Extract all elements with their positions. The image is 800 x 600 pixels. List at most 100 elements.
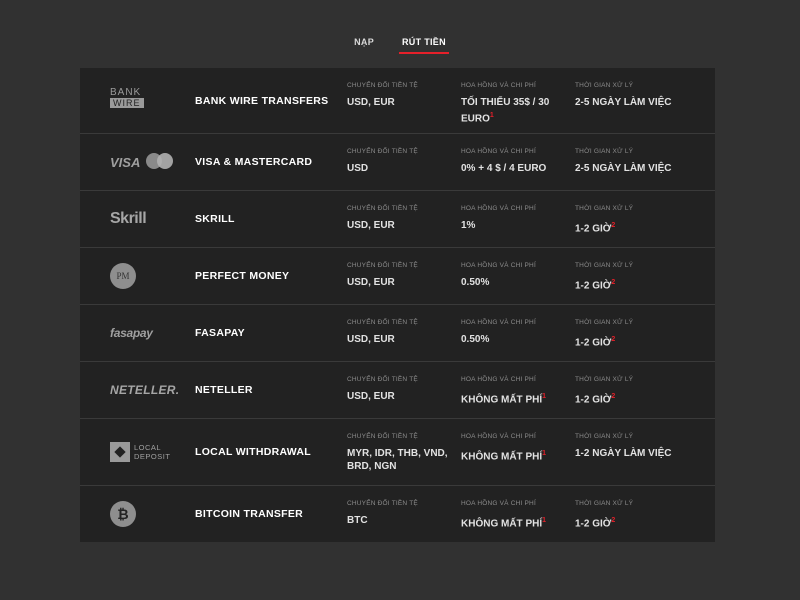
fees-value: 0.50% [461,277,490,288]
fees-label: HOA HỒNG VÀ CHI PHÍ [461,376,536,383]
local-logo-line1: LOCAL [134,443,162,452]
fees-value: KHÔNG MẤT PHÍ [461,518,543,530]
footnote-marker[interactable]: 2 [611,222,615,229]
bank-wire-logo-line1: BANK [110,86,142,98]
currency-value: USD, EUR [347,97,395,108]
processing-cell: THỜI GIAN XỬ LÝ 1-2 GIỜ2 [575,205,705,235]
bank-wire-logo-line2: WIRE [110,97,144,108]
method-row-perfect-money[interactable]: PM PERFECT MONEY CHUYỂN ĐỔI TIỀN TỆ USD,… [80,248,715,305]
processing-value: 1-2 GIỜ [575,337,612,349]
footnote-marker[interactable]: 1 [490,112,494,119]
visa-mastercard-logo: VISA [110,148,180,176]
withdrawal-methods-table: BANK WIRE BANK WIRE TRANSFERS CHUYỂN ĐỔI… [80,68,715,542]
footnote-marker[interactable]: 1 [542,450,546,457]
local-logo-line2: DEPOSIT [134,452,171,461]
footnote-marker[interactable]: 2 [611,393,615,400]
fees-label: HOA HỒNG VÀ CHI PHÍ [461,319,536,326]
currency-value: USD, EUR [347,220,395,231]
currency-cell: CHUYỂN ĐỔI TIỀN TỆ USD, EUR [347,319,455,346]
fees-cell: HOA HỒNG VÀ CHI PHÍ KHÔNG MẤT PHÍ1 [461,500,569,530]
processing-cell: THỜI GIAN XỬ LÝ 1-2 GIỜ2 [575,262,705,292]
fees-value: TỐI THIỂU 35$ / 30 EURO [461,97,550,125]
processing-value: 1-2 GIỜ [575,394,612,406]
fees-label: HOA HỒNG VÀ CHI PHÍ [461,148,536,155]
local-deposit-logo: LOCAL DEPOSIT [110,438,180,466]
method-name: NETELLER [195,384,253,396]
currency-label: CHUYỂN ĐỔI TIỀN TỆ [347,500,418,507]
method-name: VISA & MASTERCARD [195,156,313,168]
processing-value: 2-5 NGÀY LÀM VIỆC [575,97,672,108]
tab-withdraw[interactable]: RÚT TIỀN [399,37,449,54]
method-row-skrill[interactable]: Skrill SKRILL CHUYỂN ĐỔI TIỀN TỆ USD, EU… [80,191,715,248]
local-deposit-logo-text: LOCAL DEPOSIT [134,443,170,461]
bitcoin-icon: ₿ [110,501,136,527]
currency-value: MYR, IDR, THB, VND, BRD, NGN [347,448,448,472]
tab-deposit[interactable]: NẠP [351,37,377,54]
skrill-logo: Skrill [110,205,180,233]
currency-cell: CHUYỂN ĐỔI TIỀN TỆ USD, EUR [347,262,455,289]
visa-logo-text: VISA [110,154,141,170]
processing-cell: THỜI GIAN XỬ LÝ 1-2 NGÀY LÀM VIỆC [575,433,705,460]
processing-label: THỜI GIAN XỬ LÝ [575,376,634,383]
skrill-logo-text: Skrill [110,210,147,227]
method-name: BITCOIN TRANSFER [195,508,304,520]
bank-wire-logo: BANK WIRE [110,87,180,115]
bitcoin-logo: ₿ [110,500,180,528]
currency-label: CHUYỂN ĐỔI TIỀN TỆ [347,205,418,212]
fees-value: 1% [461,220,476,231]
fees-label: HOA HỒNG VÀ CHI PHÍ [461,262,536,269]
method-row-neteller[interactable]: NETELLER. NETELLER CHUYỂN ĐỔI TIỀN TỆ US… [80,362,715,419]
processing-cell: THỜI GIAN XỬ LÝ 1-2 GIỜ2 [575,319,705,349]
processing-value: 1-2 GIỜ [575,223,612,235]
currency-value: USD, EUR [347,277,395,288]
fees-cell: HOA HỒNG VÀ CHI PHÍ 0.50% [461,262,569,289]
perfect-money-logo: PM [110,262,180,290]
currency-label: CHUYỂN ĐỔI TIỀN TỆ [347,82,418,89]
footnote-marker[interactable]: 2 [611,517,615,524]
processing-cell: THỜI GIAN XỬ LÝ 1-2 GIỜ2 [575,500,705,530]
fasapay-logo-text: fasapay [110,326,153,340]
processing-value: 1-2 GIỜ [575,518,612,530]
method-row-local-withdrawal[interactable]: LOCAL DEPOSIT LOCAL WITHDRAWAL CHUYỂN ĐỔ… [80,419,715,486]
footnote-marker[interactable]: 2 [611,279,615,286]
method-row-fasapay[interactable]: fasapay FASAPAY CHUYỂN ĐỔI TIỀN TỆ USD, … [80,305,715,362]
fees-label: HOA HỒNG VÀ CHI PHÍ [461,433,536,440]
method-tabs: NẠP RÚT TIỀN [0,37,800,54]
currency-value: USD [347,163,369,174]
processing-label: THỜI GIAN XỬ LÝ [575,262,634,269]
currency-value: BTC [347,515,368,526]
currency-label: CHUYỂN ĐỔI TIỀN TỆ [347,148,418,155]
footnote-marker[interactable]: 2 [611,336,615,343]
currency-cell: CHUYỂN ĐỔI TIỀN TỆ MYR, IDR, THB, VND, B… [347,433,457,473]
processing-label: THỜI GIAN XỬ LÝ [575,205,634,212]
currency-label: CHUYỂN ĐỔI TIỀN TỆ [347,319,418,326]
method-row-bank-wire[interactable]: BANK WIRE BANK WIRE TRANSFERS CHUYỂN ĐỔI… [80,68,715,134]
processing-value: 1-2 NGÀY LÀM VIỆC [575,448,672,459]
method-row-visa-mastercard[interactable]: VISA VISA & MASTERCARD CHUYỂN ĐỔI TIỀN T… [80,134,715,191]
fees-cell: HOA HỒNG VÀ CHI PHÍ KHÔNG MẤT PHÍ1 [461,433,569,463]
currency-label: CHUYỂN ĐỔI TIỀN TỆ [347,376,418,383]
currency-cell: CHUYỂN ĐỔI TIỀN TỆ USD, EUR [347,82,455,109]
currency-cell: CHUYỂN ĐỔI TIỀN TỆ BTC [347,500,455,527]
currency-cell: CHUYỂN ĐỔI TIỀN TỆ USD [347,148,455,175]
processing-label: THỜI GIAN XỬ LÝ [575,319,634,326]
processing-cell: THỜI GIAN XỬ LÝ 2-5 NGÀY LÀM VIỆC [575,82,705,109]
fees-value: KHÔNG MẤT PHÍ [461,394,543,406]
method-row-bitcoin[interactable]: ₿ BITCOIN TRANSFER CHUYỂN ĐỔI TIỀN TỆ BT… [80,486,715,542]
neteller-logo: NETELLER. [110,376,180,404]
fees-cell: HOA HỒNG VÀ CHI PHÍ TỐI THIỂU 35$ / 30 E… [461,82,569,125]
fees-value: 0% + 4 $ / 4 EURO [461,163,547,174]
fees-label: HOA HỒNG VÀ CHI PHÍ [461,500,536,507]
method-name: LOCAL WITHDRAWAL [195,446,312,458]
footnote-marker[interactable]: 1 [542,393,546,400]
processing-cell: THỜI GIAN XỬ LÝ 1-2 GIỜ2 [575,376,705,406]
currency-label: CHUYỂN ĐỔI TIỀN TỆ [347,433,418,440]
footnote-marker[interactable]: 1 [542,517,546,524]
processing-value: 1-2 GIỜ [575,280,612,292]
fees-value: KHÔNG MẤT PHÍ [461,451,543,463]
processing-cell: THỜI GIAN XỬ LÝ 2-5 NGÀY LÀM VIỆC [575,148,705,175]
processing-label: THỜI GIAN XỬ LÝ [575,433,634,440]
processing-label: THỜI GIAN XỬ LÝ [575,82,634,89]
fees-cell: HOA HỒNG VÀ CHI PHÍ 0.50% [461,319,569,346]
method-name: BANK WIRE TRANSFERS [195,94,329,107]
